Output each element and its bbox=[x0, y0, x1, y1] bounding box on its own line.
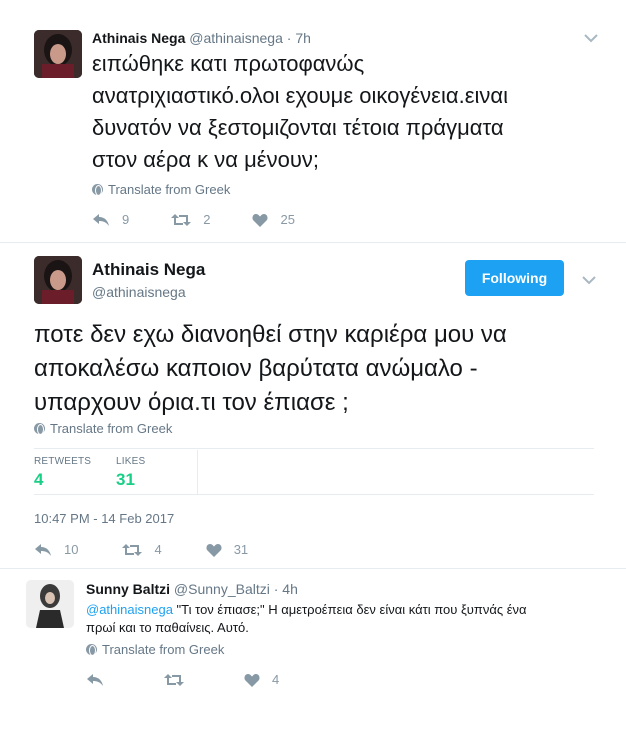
tweet-text-line: υπαρχουν όρια.τι τον έπιασε ; bbox=[34, 389, 349, 416]
translate-label: Translate from Greek bbox=[102, 642, 225, 657]
avatar[interactable] bbox=[34, 256, 82, 304]
avatar-image bbox=[26, 580, 74, 628]
retweet-button[interactable]: 4 bbox=[122, 542, 162, 557]
globe-icon bbox=[34, 423, 45, 435]
avatar[interactable] bbox=[26, 580, 74, 628]
reply-icon bbox=[93, 213, 109, 226]
globe-icon bbox=[86, 644, 97, 656]
tweet-text-line: ανατριχιαστικό.ολοι εχουμε οικογένεια.ει… bbox=[92, 83, 508, 108]
retweet-icon bbox=[164, 673, 184, 686]
likes-stat[interactable]: LIKES 31 bbox=[116, 456, 145, 490]
tweet2-actions: 10 4 31 bbox=[34, 542, 248, 557]
tweet-timestamp[interactable]: 10:47 PM - 14 Feb 2017 bbox=[34, 511, 174, 526]
divider bbox=[0, 568, 626, 569]
following-button[interactable]: Following bbox=[465, 260, 564, 296]
heart-icon bbox=[244, 673, 260, 687]
likes-value: 31 bbox=[116, 470, 135, 489]
translate-link[interactable]: Translate from Greek bbox=[34, 421, 172, 436]
chevron-down-icon[interactable] bbox=[584, 30, 598, 48]
likes-label: LIKES bbox=[116, 456, 146, 467]
divider bbox=[0, 242, 626, 243]
tweet1-text: ειπώθηκε κατι πρωτοφανώς ανατριχιαστικό.… bbox=[92, 48, 508, 176]
globe-icon bbox=[92, 184, 103, 196]
author-name[interactable]: Athinais Nega bbox=[92, 260, 205, 280]
mention-link[interactable]: @athinaisnega bbox=[86, 602, 173, 617]
reply-button[interactable]: 10 bbox=[34, 542, 78, 557]
reply-text-line: πρωί και το παθαίνεις. Αυτό. bbox=[86, 620, 249, 635]
translate-link[interactable]: Translate from Greek bbox=[86, 642, 224, 657]
reply-header: Sunny Baltzi @Sunny_Baltzi · 4h bbox=[86, 581, 298, 597]
like-button[interactable]: 25 bbox=[252, 212, 295, 227]
reply-count: 9 bbox=[122, 212, 130, 227]
tweet-text-line: δυνατόν να ξεστομιζονται τέτοια πράγματα bbox=[92, 115, 504, 140]
reply-icon bbox=[35, 543, 51, 556]
author-handle[interactable]: @Sunny_Baltzi bbox=[174, 581, 270, 597]
like-count: 4 bbox=[272, 672, 280, 687]
like-button[interactable]: 31 bbox=[206, 542, 248, 557]
reply-text-line: @athinaisnega "Τι τον έπιασε;" Η αμετροέ… bbox=[86, 601, 606, 619]
tweet-text-line: ειπώθηκε κατι πρωτοφανώς bbox=[92, 51, 365, 76]
tweet-text-line: στον αέρα κ να μένουν; bbox=[92, 147, 319, 172]
avatar-image bbox=[34, 30, 82, 78]
like-count: 31 bbox=[233, 542, 249, 557]
heart-icon bbox=[206, 543, 222, 557]
reply-button[interactable]: 9 bbox=[92, 212, 129, 227]
chevron-down-icon[interactable] bbox=[582, 272, 596, 290]
reply-actions: 4 bbox=[86, 672, 279, 687]
tweet1-header: Athinais Nega @athinaisnega · 7h bbox=[92, 30, 311, 46]
reply-text: @athinaisnega "Τι τον έπιασε;" Η αμετροέ… bbox=[86, 601, 606, 637]
tweet-text-line: αποκαλέσω καποιον βαρύτατα ανώμαλο - bbox=[34, 355, 478, 382]
avatar-image bbox=[34, 256, 82, 304]
tweet1-actions: 9 2 25 bbox=[92, 212, 295, 227]
retweet-icon bbox=[171, 213, 192, 226]
author-handle[interactable]: @athinaisnega bbox=[92, 284, 186, 300]
author-handle[interactable]: @athinaisnega bbox=[189, 30, 283, 46]
translate-link[interactable]: Translate from Greek bbox=[92, 182, 230, 197]
retweet-button[interactable] bbox=[164, 673, 184, 687]
retweet-count: 2 bbox=[203, 212, 211, 227]
like-count: 25 bbox=[280, 212, 295, 227]
tweet-time[interactable]: · 7h bbox=[287, 30, 311, 46]
retweet-icon bbox=[122, 543, 143, 556]
retweet-count: 4 bbox=[154, 542, 162, 557]
divider bbox=[34, 494, 594, 495]
tweet2-text: ποτε δεν εχω διανοηθεί στην καριέρα μου … bbox=[34, 318, 507, 420]
reply-text-part: "Τι τον έπιασε;" Η αμετροέπεια δεν είναι… bbox=[172, 602, 527, 617]
translate-label: Translate from Greek bbox=[108, 182, 231, 197]
author-name[interactable]: Sunny Baltzi bbox=[86, 581, 170, 597]
reply-button[interactable] bbox=[86, 673, 104, 687]
retweets-value: 4 bbox=[34, 470, 44, 489]
retweets-label: RETWEETS bbox=[34, 456, 92, 467]
retweets-stat[interactable]: RETWEETS 4 bbox=[34, 456, 91, 490]
heart-icon bbox=[252, 213, 268, 227]
reply-icon bbox=[87, 673, 103, 686]
stats-separator bbox=[197, 450, 198, 494]
retweet-button[interactable]: 2 bbox=[171, 212, 210, 227]
reply-count: 10 bbox=[64, 542, 79, 557]
tweet-text-line: ποτε δεν εχω διανοηθεί στην καριέρα μου … bbox=[34, 321, 507, 348]
divider bbox=[34, 448, 594, 449]
like-button[interactable]: 4 bbox=[244, 672, 279, 687]
translate-label: Translate from Greek bbox=[50, 421, 173, 436]
author-name[interactable]: Athinais Nega bbox=[92, 30, 185, 46]
tweet-time[interactable]: · 4h bbox=[274, 581, 298, 597]
avatar[interactable] bbox=[34, 30, 82, 78]
